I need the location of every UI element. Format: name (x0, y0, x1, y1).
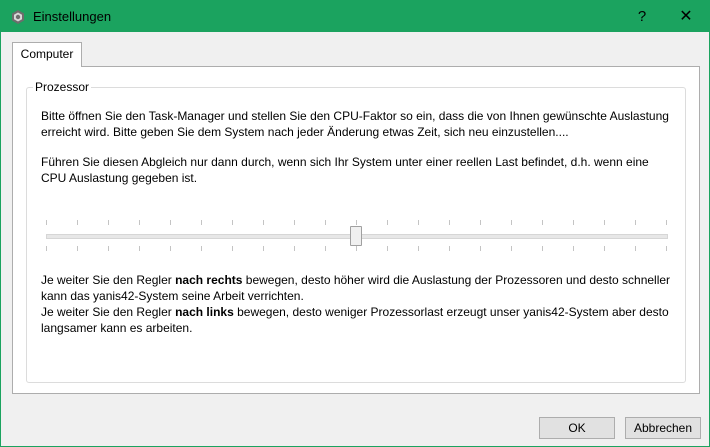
slider-tick (573, 220, 574, 225)
slider-tick (418, 220, 419, 225)
slider-tick (666, 220, 667, 225)
slider-tick (139, 220, 140, 225)
slider-tick (542, 246, 543, 251)
slider-tick (325, 220, 326, 225)
slider-tick (139, 246, 140, 251)
close-button[interactable]: ✕ (663, 1, 709, 32)
slider-tick (666, 246, 667, 251)
slider-tick (263, 246, 264, 251)
slider-tick (356, 220, 357, 225)
group-title: Prozessor (33, 80, 92, 94)
cancel-button[interactable]: Abbrechen (625, 417, 701, 439)
slider-tick (604, 246, 605, 251)
slider-tick (77, 246, 78, 251)
calibration-note: Führen Sie diesen Abgleich nur dann durc… (41, 155, 649, 185)
slider-tick (294, 246, 295, 251)
slider-tick (573, 246, 574, 251)
slider-tick (387, 246, 388, 251)
settings-dialog: Einstellungen ? ✕ Computer Prozessor Bit… (0, 0, 710, 447)
slider-tick (201, 220, 202, 225)
slider-tick (480, 220, 481, 225)
ok-button[interactable]: OK (539, 417, 615, 439)
slider-tick (635, 246, 636, 251)
slider-tick (449, 246, 450, 251)
slider-tick (542, 220, 543, 225)
slider-tick (170, 246, 171, 251)
slider-tick (356, 246, 357, 251)
slider-tick (108, 220, 109, 225)
hint-right-pre: Je weiter Sie den Regler (41, 273, 176, 287)
slider-tick (232, 220, 233, 225)
slider-ticks-bottom (46, 246, 668, 252)
slider-tick (511, 220, 512, 225)
hint-right-bold: nach rechts (175, 273, 243, 287)
hint-left-pre: Je weiter Sie den Regler (41, 305, 176, 319)
slider-tick (325, 246, 326, 251)
slider-tick (294, 220, 295, 225)
slider-tick (108, 246, 109, 251)
slider-tick (418, 246, 419, 251)
tab-computer[interactable]: Computer (12, 42, 82, 67)
slider-tick (511, 246, 512, 251)
slider-tick (46, 220, 47, 225)
title-bar[interactable]: Einstellungen ? ✕ (1, 1, 709, 32)
slider-tick (46, 246, 47, 251)
slider-tick (480, 246, 481, 251)
help-button[interactable]: ? (619, 1, 665, 32)
slider-tick (232, 246, 233, 251)
slider-tick (635, 220, 636, 225)
slider-hint: Je weiter Sie den Regler nach rechts bew… (41, 272, 671, 336)
processor-groupbox: Prozessor Bitte öffnen Sie den Task-Mana… (26, 80, 686, 383)
window-title: Einstellungen (33, 9, 112, 24)
slider-tick (263, 220, 264, 225)
hint-left-bold: nach links (175, 305, 234, 319)
slider-tick (604, 220, 605, 225)
slider-tick (170, 220, 171, 225)
slider-tick (449, 220, 450, 225)
cpu-slider-thumb[interactable] (350, 226, 362, 246)
slider-tick (201, 246, 202, 251)
slider-tick (387, 220, 388, 225)
slider-tick (77, 220, 78, 225)
instructions-text: Bitte öffnen Sie den Task-Manager und st… (41, 109, 669, 139)
gear-icon (12, 10, 24, 24)
tab-panel-computer: Prozessor Bitte öffnen Sie den Task-Mana… (12, 66, 700, 394)
